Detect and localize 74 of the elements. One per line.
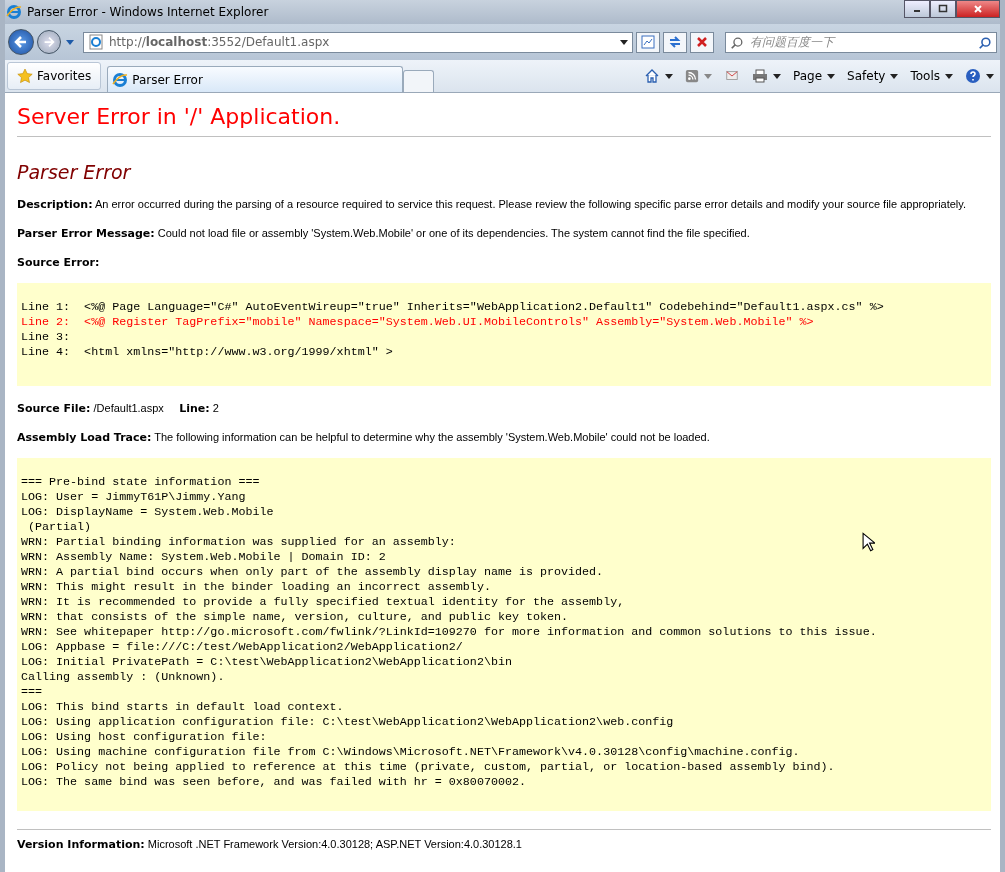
caret-icon xyxy=(827,73,836,79)
log-line: WRN: See whitepaper http://go.microsoft.com/fwlink/?LinkId=109270 for more information and common solutions to this issue. xyxy=(21,625,877,640)
search-field[interactable]: 有问题百度一下 xyxy=(725,31,997,53)
log-line: WRN: A partial bind occurs when only part of the assembly display name is provided. xyxy=(21,565,604,580)
caret-icon xyxy=(704,73,712,79)
forward-arrow-icon xyxy=(42,35,56,49)
log-line: WRN: It is recommended to provide a fully specified textual identity for the assembly, xyxy=(21,595,625,610)
log-line: === xyxy=(21,685,43,700)
printer-icon xyxy=(752,68,768,84)
address-field[interactable]: http://localhost:3552/Default1.aspx xyxy=(83,31,633,53)
log-line: LOG: User = JimmyT61P\Jimmy.Yang xyxy=(21,490,246,505)
code-line: Line 2: <%@ Register TagPrefix="mobile" Namespace="System.Web.UI.MobileControls" Assembly="System.Web.Mobile" %> xyxy=(21,315,814,330)
browser-tab[interactable]: Parser Error xyxy=(107,66,404,92)
back-button[interactable] xyxy=(8,29,34,55)
log-line: LOG: Policy not being applied to reference at this time (private, custom, partial, or location-based assembly bind). xyxy=(21,760,835,775)
log-line: (Partial) xyxy=(27,520,92,535)
minimize-button[interactable] xyxy=(904,0,930,18)
description-text: Description: An error occurred during the parsing of a resource required to service this request. Please review the following specific parse error details and modify your source file appropriately. xyxy=(17,197,968,213)
browser-logo-icon xyxy=(112,71,129,88)
refresh-button[interactable] xyxy=(663,31,687,53)
compatibility-view-button[interactable] xyxy=(636,31,660,53)
caret-icon[interactable] xyxy=(620,39,628,45)
caret-icon xyxy=(986,73,994,79)
log-line: LOG: Appbase = file:///C:/test/WebApplication2/WebApplication2/ xyxy=(21,640,463,655)
caret-icon xyxy=(945,73,953,79)
source-file-text: Source File: /Default1.aspx Line: 2 xyxy=(17,401,220,417)
feed-icon xyxy=(685,69,699,83)
log-line: WRN: This might result in the binder loading an incorrect assembly. xyxy=(21,580,491,595)
caret-icon xyxy=(773,73,781,79)
source-error-label: Source Error: xyxy=(17,255,101,271)
version-info-text: Version Information: Microsoft .NET Framework Version:4.0.30128; ASP.NET Version:4.0.30128.1 xyxy=(17,837,523,853)
log-line: Calling assembly : (Unknown). xyxy=(21,670,225,685)
code-line: Line 4: <html xmlns="http://www.w3.org/1999/xhtml" > xyxy=(21,345,393,360)
stop-button[interactable] xyxy=(690,31,714,53)
page-heading: Server Error in '/' Application. xyxy=(17,104,342,129)
star-icon xyxy=(17,68,33,84)
log-line: LOG: Initial PrivatePath = C:\test\WebApplication2\WebApplication2\bin xyxy=(21,655,512,670)
page-icon xyxy=(88,34,104,50)
maximize-button[interactable] xyxy=(930,0,956,18)
command-menu[interactable]: Tools xyxy=(904,62,959,90)
log-line: LOG: The same bind was seen before, and was failed with hr = 0x80070002. xyxy=(21,775,526,790)
window-title: Parser Error - Windows Internet Explorer xyxy=(27,5,269,19)
log-line: === Pre-bind state information === xyxy=(21,475,260,490)
house-icon xyxy=(644,68,660,84)
help-icon xyxy=(965,68,981,84)
back-arrow-icon xyxy=(13,34,29,50)
log-line: WRN: that consists of the simple name, version, culture, and public key token. xyxy=(21,610,569,625)
forward-button[interactable] xyxy=(37,30,61,54)
close-icon xyxy=(973,4,983,14)
refresh-icon xyxy=(667,34,683,50)
close-button[interactable] xyxy=(956,0,1000,18)
log-line: WRN: Assembly Name: System.Web.Mobile | Domain ID: 2 xyxy=(21,550,386,565)
mouse-cursor-icon xyxy=(862,532,875,552)
search-icon[interactable] xyxy=(978,35,992,50)
command-menu[interactable]: Safety xyxy=(841,62,905,90)
caret-icon xyxy=(890,73,899,79)
chart-page-icon xyxy=(640,34,656,50)
log-line: LOG: Using application configuration file: C:\test\WebApplication2\WebApplication2\web.config xyxy=(21,715,674,730)
envelope-icon xyxy=(724,69,740,83)
parser-error-message: Parser Error Message: Could not load file or assembly 'System.Web.Mobile' or one of its dependencies. The system cannot find the file specified. xyxy=(17,226,751,242)
favorites-button[interactable]: Favorites xyxy=(7,62,102,90)
log-line: LOG: DisplayName = System.Web.Mobile xyxy=(21,505,274,520)
log-line: WRN: Partial binding information was supplied for an assembly: xyxy=(21,535,456,550)
maximize-icon xyxy=(938,4,948,14)
log-line: LOG: Using machine configuration file from C:\Windows\Microsoft.NET\Framework\v4.0.30128\config\machine.config. xyxy=(21,745,800,760)
code-line: Line 1: <%@ Page Language="C#" AutoEventWireup="true" Inherits="WebApplication2.Default1" Codebehind="Default1.aspx.cs" %> xyxy=(21,300,884,315)
log-line: LOG: This bind starts in default load context. xyxy=(21,700,344,715)
assembly-trace-text: Assembly Load Trace: The following information can be helpful to determine why the assembly 'System.Web.Mobile' could not be loaded. xyxy=(17,430,711,446)
command-menu[interactable]: Page xyxy=(787,62,842,90)
caret-icon xyxy=(665,73,673,79)
browser-logo-icon xyxy=(6,4,22,20)
code-line: Line 3: xyxy=(21,330,71,345)
error-title: Parser Error xyxy=(17,161,133,183)
log-line: LOG: Using host configuration file: xyxy=(21,730,267,745)
